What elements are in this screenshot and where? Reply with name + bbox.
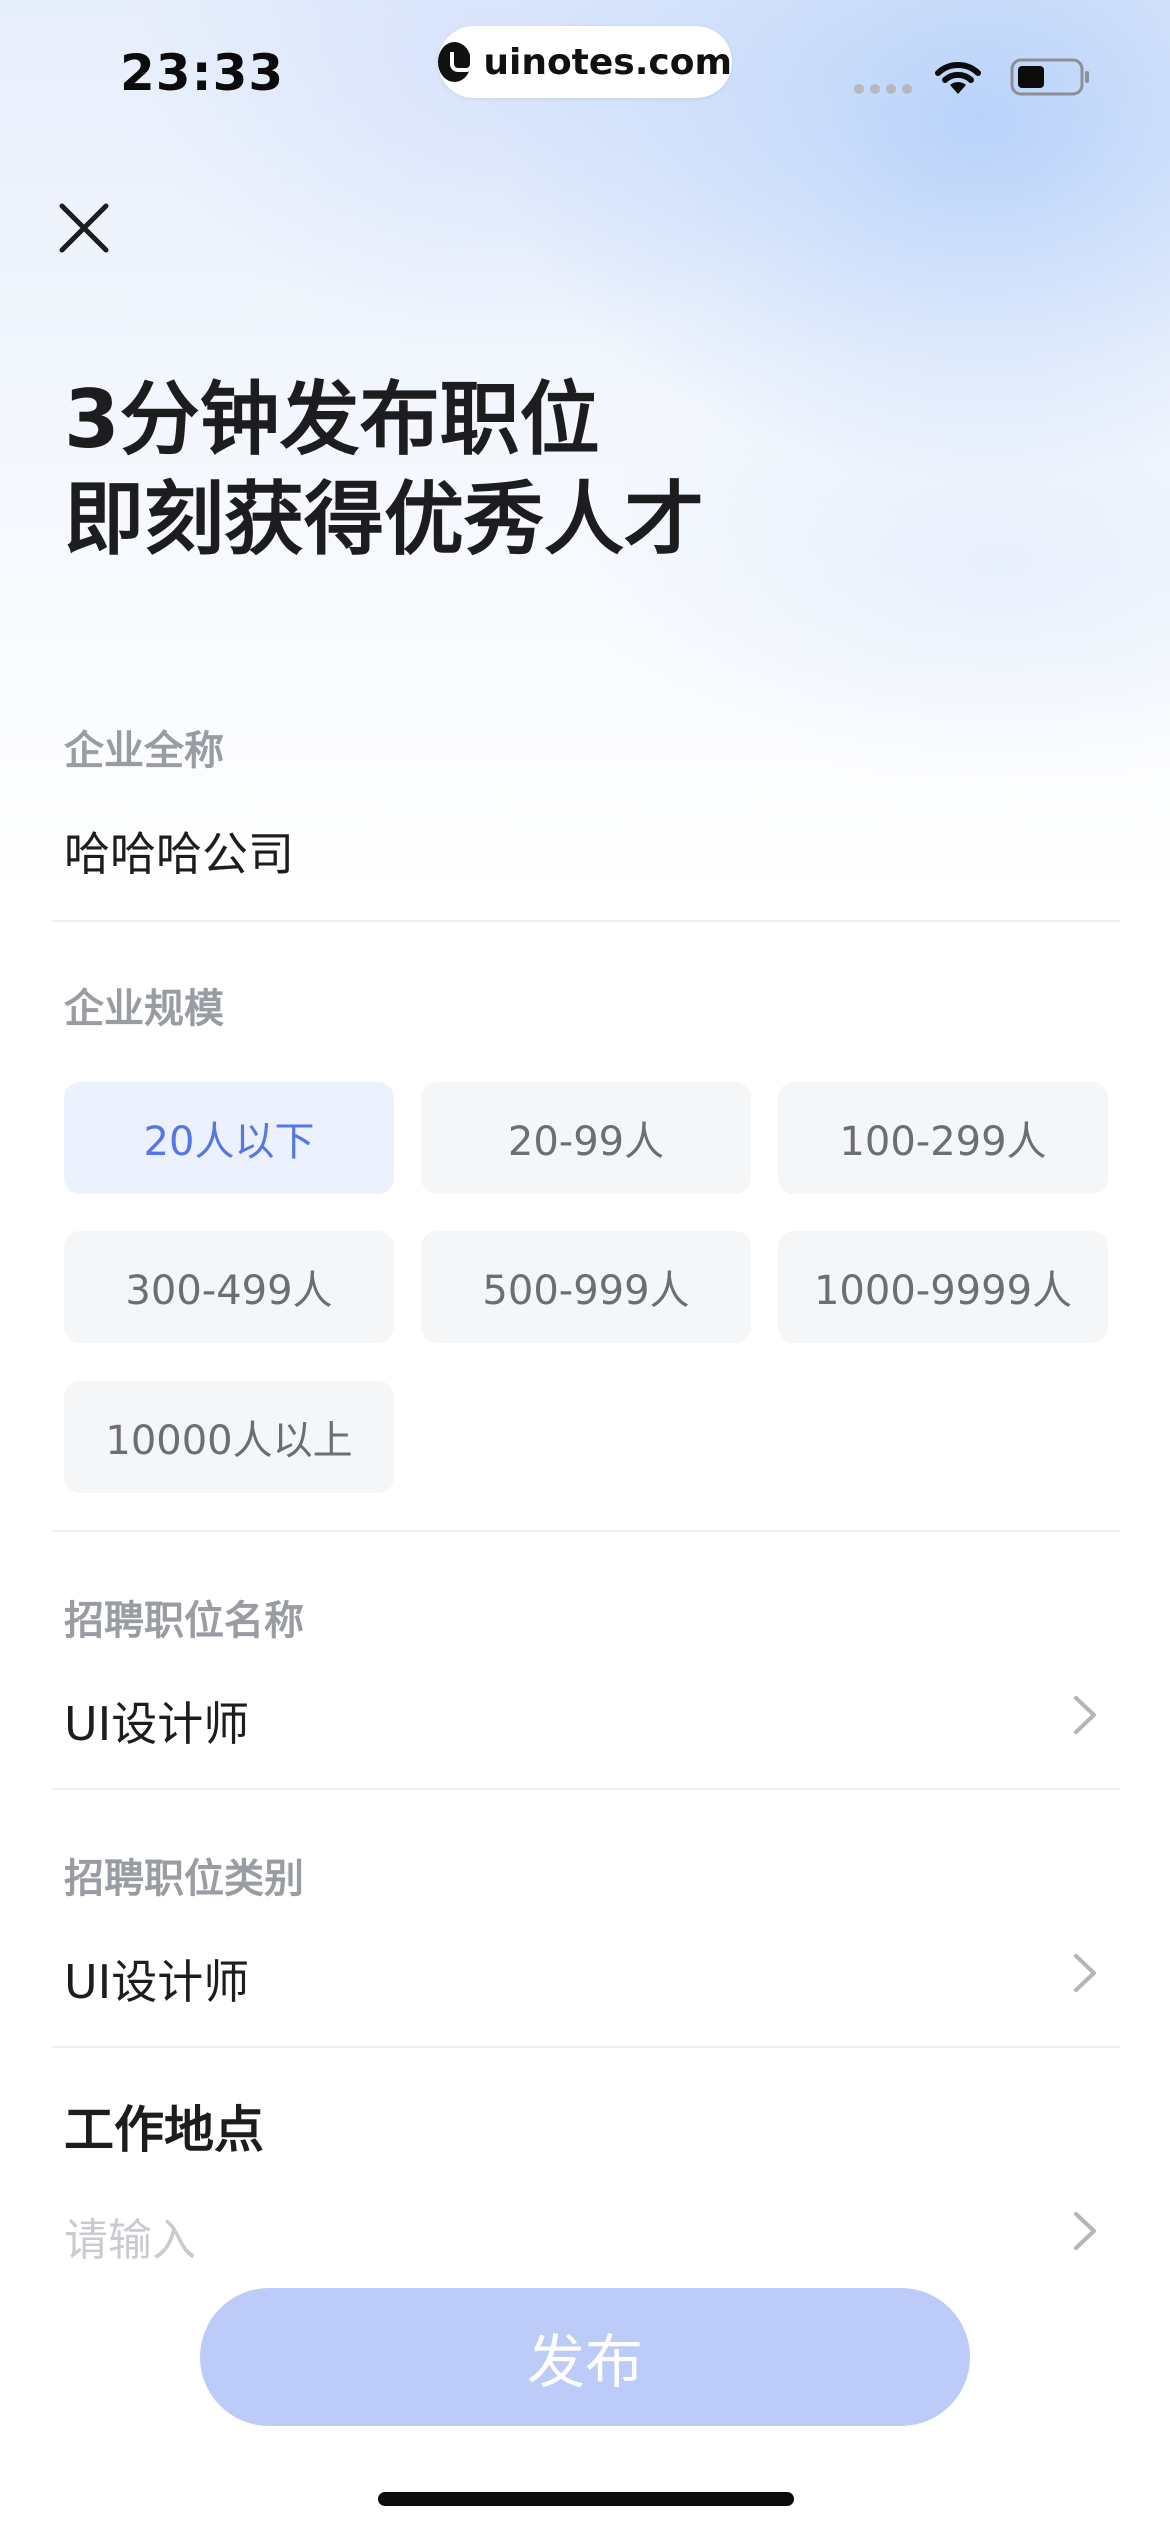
cellular-signal-icon xyxy=(854,84,912,94)
company-size-label: 企业规模 xyxy=(64,986,224,1032)
chevron-right-icon[interactable] xyxy=(1070,2208,1100,2254)
divider xyxy=(52,1788,1120,1790)
divider xyxy=(52,2046,1120,2048)
url-text: uinotes.com xyxy=(483,41,732,83)
size-option-1000-9999[interactable]: 1000-9999人 xyxy=(778,1231,1108,1343)
size-option-20-below[interactable]: 20人以下 xyxy=(64,1082,394,1194)
chevron-right-icon[interactable] xyxy=(1070,1950,1100,1996)
battery-icon xyxy=(1010,58,1089,96)
size-option-20-99[interactable]: 20-99人 xyxy=(421,1082,751,1194)
chevron-right-icon[interactable] xyxy=(1070,1692,1100,1738)
work-location-input[interactable]: 请输入 xyxy=(64,2204,196,2268)
size-option-500-999[interactable]: 500-999人 xyxy=(421,1231,751,1343)
site-logo-icon xyxy=(438,42,475,82)
company-name-label: 企业全称 xyxy=(64,728,224,774)
position-category-field[interactable]: UI设计师 xyxy=(64,1946,249,2012)
divider xyxy=(52,1530,1120,1532)
status-time: 23:33 xyxy=(120,44,285,102)
position-name-label: 招聘职位名称 xyxy=(64,1598,304,1644)
size-option-300-499[interactable]: 300-499人 xyxy=(64,1231,394,1343)
title-line-1: 3分钟发布职位 xyxy=(64,373,600,466)
close-icon[interactable] xyxy=(56,200,112,256)
size-option-10000-above[interactable]: 10000人以上 xyxy=(64,1381,394,1493)
title-line-2: 即刻获得优秀人才 xyxy=(64,473,704,566)
url-pill[interactable]: uinotes.com xyxy=(438,26,732,98)
wifi-icon xyxy=(935,62,981,94)
company-name-field[interactable]: 哈哈哈公司 xyxy=(64,818,294,884)
size-option-100-299[interactable]: 100-299人 xyxy=(778,1082,1108,1194)
work-location-label: 工作地点 xyxy=(64,2101,264,2159)
position-category-label: 招聘职位类别 xyxy=(64,1856,304,1902)
page-title: 3分钟发布职位 即刻获得优秀人才 xyxy=(64,370,704,570)
position-name-field[interactable]: UI设计师 xyxy=(64,1688,249,1754)
publish-button[interactable]: 发布 xyxy=(200,2288,970,2426)
divider xyxy=(52,920,1120,922)
home-indicator xyxy=(378,2492,794,2506)
